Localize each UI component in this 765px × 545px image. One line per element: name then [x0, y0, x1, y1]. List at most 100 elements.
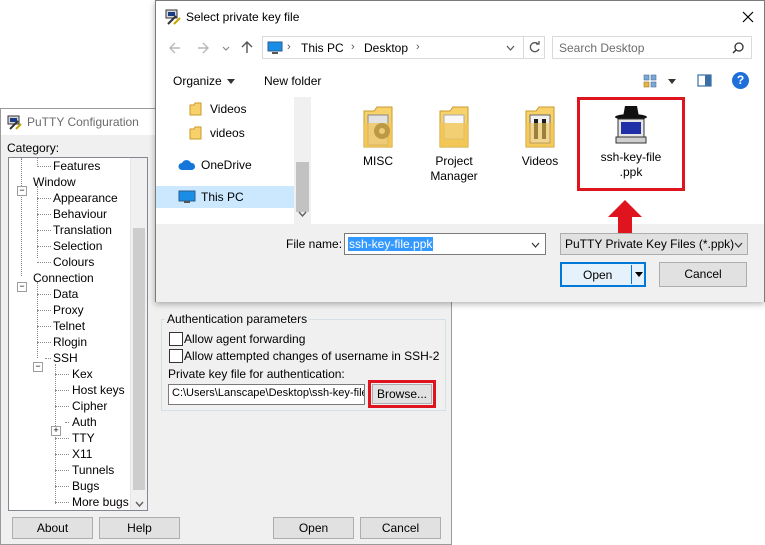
command-bar: Organize New folder ?	[156, 65, 764, 97]
nav-item-videos-lower[interactable]: videos	[156, 122, 296, 144]
collapse-window-icon[interactable]: −	[17, 186, 27, 196]
view-dropdown-icon[interactable]	[668, 79, 676, 84]
expand-auth-icon[interactable]: +	[51, 426, 61, 436]
category-label: Category:	[7, 141, 60, 155]
breadcrumb-this-pc[interactable]: This PC	[301, 41, 344, 55]
tree-item-auth[interactable]: Auth	[72, 414, 97, 430]
organize-dropdown-icon[interactable]	[227, 79, 235, 84]
computer-icon	[267, 41, 283, 54]
tree-item-more-bugs[interactable]: More bugs	[72, 494, 129, 510]
folder-icon	[189, 126, 202, 140]
nav-scrollbar-thumb[interactable]	[296, 162, 309, 212]
auth-group-label: Authentication parameters	[165, 312, 310, 326]
file-name-dropdown-icon[interactable]	[531, 242, 540, 248]
help-button[interactable]: Help	[99, 517, 180, 539]
putty-key-icon	[615, 106, 647, 144]
tree-item-connection[interactable]: Connection	[33, 270, 94, 286]
tree-item-window[interactable]: Window	[33, 174, 76, 190]
category-tree[interactable]: − − − + Features Window Appearance Behav…	[8, 157, 148, 511]
tree-item-data[interactable]: Data	[53, 286, 78, 302]
tree-item-behaviour[interactable]: Behaviour	[53, 206, 107, 222]
tree-item-kex[interactable]: Kex	[72, 366, 93, 382]
search-box[interactable]: Search Desktop	[552, 36, 752, 59]
tree-item-features[interactable]: Features	[53, 158, 100, 174]
back-arrow-icon[interactable]	[169, 42, 181, 54]
help-icon[interactable]: ?	[732, 72, 749, 89]
file-item-project-manager[interactable]: Project Manager	[418, 101, 490, 184]
tree-item-tunnels[interactable]: Tunnels	[72, 462, 114, 478]
tree-scrollbar-thumb[interactable]	[133, 228, 145, 490]
nav-item-videos[interactable]: Videos	[156, 98, 296, 120]
open-dropdown-icon[interactable]	[635, 272, 643, 277]
folder-icon	[189, 102, 202, 116]
search-icon	[732, 42, 744, 54]
putty-app-icon	[7, 115, 22, 130]
file-item-videos[interactable]: Videos	[504, 101, 576, 169]
folder-icon	[363, 106, 393, 148]
address-dropdown-icon[interactable]	[506, 45, 515, 51]
tree-item-ssh[interactable]: SSH	[53, 350, 78, 366]
tree-item-colours[interactable]: Colours	[53, 254, 94, 270]
search-placeholder: Search Desktop	[559, 41, 645, 55]
username-changes-label: Allow attempted changes of username in S…	[184, 349, 440, 363]
forward-arrow-icon[interactable]	[197, 42, 209, 54]
dialog-open-button[interactable]: Open	[560, 262, 646, 287]
preview-pane-icon[interactable]	[697, 74, 712, 87]
navigation-pane: Videos videos OneDrive This PC	[156, 97, 312, 224]
tree-item-proxy[interactable]: Proxy	[53, 302, 84, 318]
file-name-input[interactable]: ssh-key-file.ppk	[344, 233, 546, 255]
tree-scrollbar[interactable]	[130, 158, 147, 510]
nav-pane-scrollbar[interactable]	[294, 97, 311, 224]
file-type-dropdown-icon	[734, 242, 743, 248]
select-key-file-dialog: Select private key file › This PC › Desk…	[155, 0, 765, 302]
tree-item-bugs[interactable]: Bugs	[72, 478, 99, 494]
agent-forwarding-checkbox[interactable]	[169, 332, 183, 346]
tree-item-x11[interactable]: X11	[72, 446, 92, 462]
file-item-misc[interactable]: MISC	[342, 101, 414, 169]
folder-icon	[439, 106, 469, 148]
refresh-button[interactable]	[523, 36, 545, 59]
putty-app-icon	[165, 9, 181, 25]
tree-item-cipher[interactable]: Cipher	[72, 398, 107, 414]
tree-item-rlogin[interactable]: Rlogin	[53, 334, 87, 350]
dialog-cancel-button[interactable]: Cancel	[659, 262, 747, 287]
up-arrow-icon[interactable]	[241, 41, 253, 54]
open-button[interactable]: Open	[273, 517, 354, 539]
dialog-title-bar[interactable]: Select private key file	[156, 1, 764, 33]
refresh-icon	[529, 41, 540, 53]
collapse-ssh-icon[interactable]: −	[33, 362, 43, 372]
tree-item-tty[interactable]: TTY	[72, 430, 95, 446]
agent-forwarding-label: Allow agent forwarding	[184, 332, 306, 346]
view-options-icon[interactable]	[643, 74, 657, 88]
dialog-title: Select private key file	[186, 10, 300, 24]
scroll-down-icon[interactable]	[135, 501, 144, 507]
folder-icon	[525, 106, 555, 148]
file-item-ssh-key[interactable]: ssh-key-file .ppk	[595, 103, 667, 180]
collapse-connection-icon[interactable]: −	[17, 282, 27, 292]
file-list: MISC Project Manager Videos ssh-key-file…	[316, 97, 764, 224]
breadcrumb-separator-icon: ›	[351, 41, 355, 53]
key-file-path-input[interactable]: C:\Users\Lanscape\Desktop\ssh-key-file	[168, 384, 365, 405]
new-folder-button[interactable]: New folder	[264, 74, 321, 88]
dialog-bottom-bar: File name: ssh-key-file.ppk PuTTY Privat…	[156, 200, 764, 302]
nav-item-onedrive[interactable]: OneDrive	[156, 154, 296, 176]
browse-button[interactable]: Browse...	[372, 384, 432, 404]
username-changes-checkbox[interactable]	[169, 349, 183, 363]
close-icon[interactable]	[742, 11, 754, 23]
nav-item-this-pc[interactable]: This PC	[156, 186, 296, 208]
organize-button[interactable]: Organize	[173, 74, 222, 88]
recent-dropdown-icon[interactable]	[222, 46, 230, 52]
cancel-button[interactable]: Cancel	[360, 517, 441, 539]
breadcrumb-desktop[interactable]: Desktop	[364, 41, 408, 55]
tree-item-selection[interactable]: Selection	[53, 238, 102, 254]
cloud-icon	[178, 160, 196, 170]
tree-item-host-keys[interactable]: Host keys	[72, 382, 125, 398]
tree-item-appearance[interactable]: Appearance	[53, 190, 118, 206]
about-button[interactable]: About	[12, 517, 93, 539]
breadcrumb-separator-icon: ›	[287, 41, 291, 53]
tree-item-telnet[interactable]: Telnet	[53, 318, 85, 334]
address-bar[interactable]: › This PC › Desktop ›	[262, 36, 524, 59]
file-type-select[interactable]: PuTTY Private Key Files (*.ppk)	[560, 233, 748, 255]
scroll-down-icon[interactable]	[298, 211, 307, 217]
tree-item-translation[interactable]: Translation	[53, 222, 112, 238]
